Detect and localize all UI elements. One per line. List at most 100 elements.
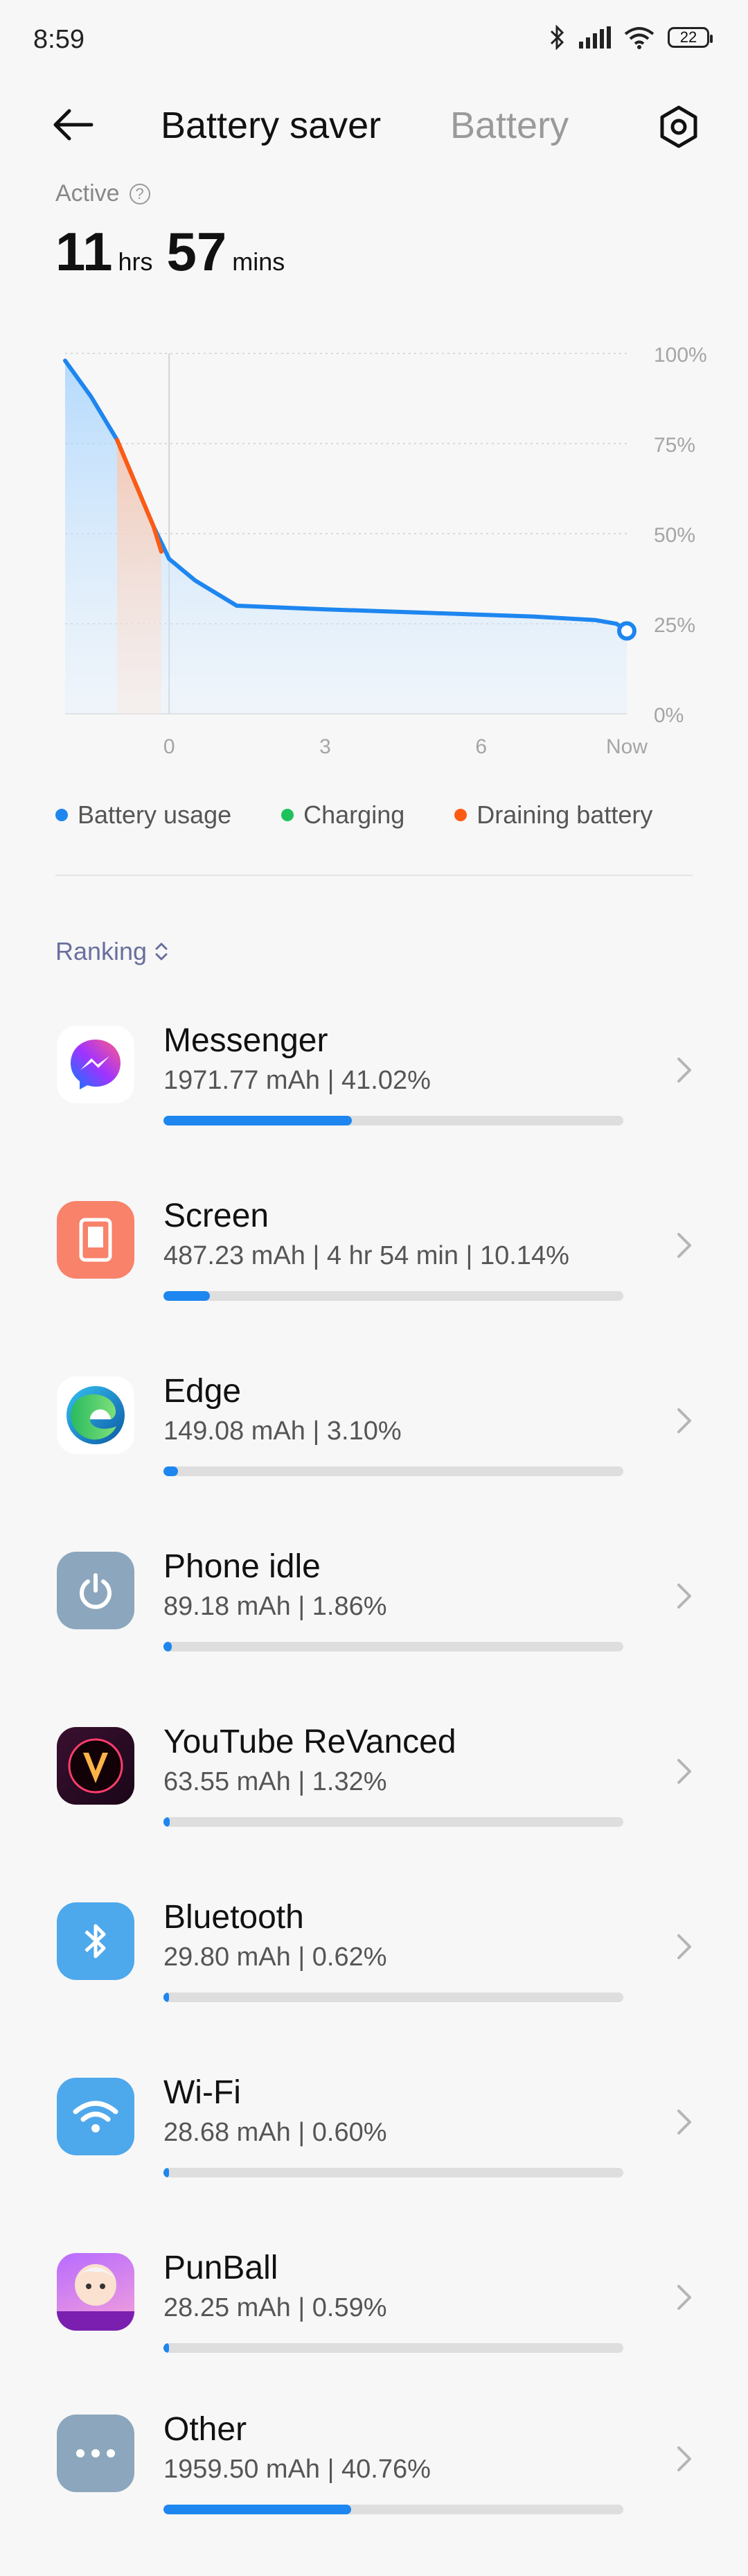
app-row-phone-idle[interactable]: Phone idle 89.18 mAh | 1.86% [0,1538,748,1713]
active-duration: 11 hrs 57 mins [55,220,293,283]
signal-icon [579,26,611,49]
app-row-punball[interactable]: PunBall 28.25 mAh | 0.59% [0,2239,748,2415]
app-row-wi-fi[interactable]: Wi-Fi 28.68 mAh | 0.60% [0,2064,748,2239]
app-name: YouTube ReVanced [163,1724,456,1760]
app-usage-detail: 63.55 mAh | 1.32% [163,1767,387,1796]
usage-bar-fill [163,2343,169,2353]
app-name: Wi-Fi [163,2074,241,2111]
app-row-youtube-revanced[interactable]: YouTube ReVanced 63.55 mAh | 1.32% [0,1713,748,1889]
battery-chart[interactable]: 100% 75% 50% 25% 0% 0 3 6 Now [0,326,748,783]
status-icons: 22 [549,25,713,50]
battery-level: 22 [679,28,697,46]
usage-bar [163,1466,623,1476]
usage-bar [163,2168,623,2178]
usage-bar [163,2505,623,2514]
usage-bar-fill [163,2505,351,2514]
app-usage-detail: 487.23 mAh | 4 hr 54 min | 10.14% [163,1241,569,1270]
battery-status-icon: 22 [668,27,713,48]
legend-battery-usage: Battery usage [55,800,231,830]
x-tick-label: 0 [163,735,175,758]
active-minutes-unit: mins [232,247,285,276]
punball-icon [57,2253,134,2331]
legend-draining-label: Draining battery [477,800,653,829]
legend-draining-dot [454,809,467,821]
wifi-icon [57,2078,134,2155]
app-name: PunBall [163,2250,278,2286]
back-arrow-icon[interactable] [48,104,97,146]
chevron-right-icon [677,1058,691,1083]
y-tick-label: 0% [654,704,684,727]
app-name: Bluetooth [163,1899,304,1936]
chevron-right-icon [677,1233,691,1258]
tab-battery[interactable]: Battery [450,104,569,147]
usage-bar [163,1116,623,1125]
x-tick-label: 6 [475,735,487,758]
bluetooth-status-icon [550,25,564,50]
app-row-bluetooth[interactable]: Bluetooth 29.80 mAh | 0.62% [0,1889,748,2064]
status-time: 8:59 [33,25,84,54]
bluetooth-icon [57,1902,134,1980]
app-name: Edge [163,1373,242,1410]
settings-gear-icon[interactable] [654,103,703,151]
help-icon[interactable]: ? [129,183,150,204]
app-name: Messenger [163,1022,328,1059]
tab-battery-saver[interactable]: Battery saver [161,104,381,147]
y-tick-label: 75% [654,434,695,457]
more-icon [57,2415,134,2492]
ranking-sort-button[interactable]: Ranking [55,937,169,966]
chevron-right-icon [677,1408,691,1433]
usage-bar [163,2343,623,2353]
app-usage-detail: 1959.50 mAh | 40.76% [163,2455,431,2484]
divider [55,875,693,876]
power-icon [57,1552,134,1629]
chart-legend: Battery usage Charging Draining battery [55,800,652,830]
app-row-messenger[interactable]: Messenger 1971.77 mAh | 41.02% [0,1012,748,1187]
usage-bar-fill [163,2168,169,2178]
youtube-revanced-icon [57,1727,134,1805]
active-hours-unit: hrs [118,247,153,276]
x-tick-label: 3 [319,735,331,758]
usage-bar [163,1992,623,2002]
app-usage-detail: 1971.77 mAh | 41.02% [163,1066,431,1095]
chevron-right-icon [677,1584,691,1609]
chevron-right-icon [677,2110,691,2135]
edge-icon [57,1376,134,1454]
app-usage-detail: 28.68 mAh | 0.60% [163,2118,387,2147]
usage-bar-fill [163,1466,178,1476]
app-usage-detail: 149.08 mAh | 3.10% [163,1417,402,1446]
legend-charging: Charging [281,800,404,830]
usage-bar-fill [163,1291,211,1301]
chevron-right-icon [677,1934,691,1959]
usage-bar [163,1817,623,1827]
ranking-label: Ranking [55,937,148,965]
app-row-other[interactable]: Other 1959.50 mAh | 40.76% [0,2401,748,2576]
legend-charging-dot [281,809,294,821]
usage-bar-fill [163,1817,170,1827]
y-tick-label: 25% [654,614,695,637]
legend-charging-label: Charging [303,800,405,829]
app-name: Other [163,2411,247,2448]
active-hours: 11 [55,221,113,282]
legend-usage-dot [55,809,68,821]
current-point-marker [617,621,636,641]
usage-bar-fill [163,1992,169,2002]
y-tick-label: 50% [654,524,695,547]
app-usage-detail: 28.25 mAh | 0.59% [163,2293,387,2322]
usage-bar [163,1291,623,1301]
y-tick-label: 100% [654,344,707,367]
app-row-screen[interactable]: Screen 487.23 mAh | 4 hr 54 min | 10.14% [0,1187,748,1363]
legend-usage-label: Battery usage [78,800,232,829]
app-usage-detail: 89.18 mAh | 1.86% [163,1592,387,1621]
draining-area [117,439,161,714]
app-usage-detail: 29.80 mAh | 0.62% [163,1943,387,1972]
app-name: Phone idle [163,1548,321,1585]
x-tick-label: Now [606,735,648,758]
wifi-status-icon [624,27,654,49]
active-label: Active ? [55,180,150,207]
app-row-edge[interactable]: Edge 149.08 mAh | 3.10% [0,1363,748,1538]
legend-draining: Draining battery [454,800,652,830]
chevron-right-icon [677,2285,691,2310]
app-name: Screen [163,1198,269,1234]
active-minutes: 57 [166,221,227,282]
usage-bar-fill [163,1642,172,1651]
